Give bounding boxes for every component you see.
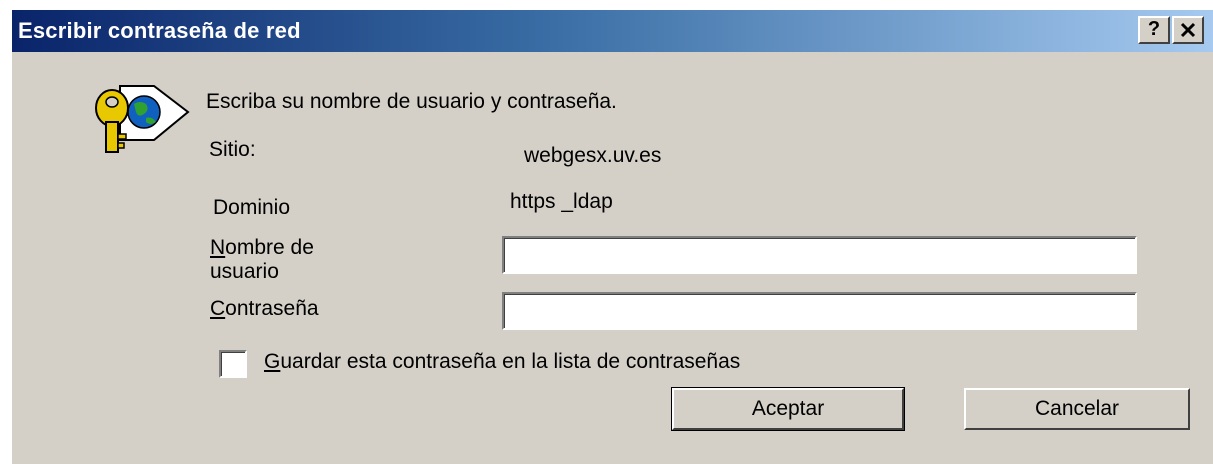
password-field[interactable] [502, 292, 1137, 330]
close-icon [1180, 22, 1196, 38]
domain-label: Dominio [213, 196, 291, 219]
prompt-text: Escriba su nombre de usuario y contraseñ… [206, 90, 617, 113]
password-dialog: Escribir contraseña de red ? Escriba su … [10, 10, 1213, 464]
key-globe-icon [95, 85, 190, 153]
username-label: Nombre de usuario [210, 236, 314, 283]
help-icon: ? [1147, 18, 1161, 40]
site-label: Sitio: [209, 138, 256, 161]
password-input[interactable] [504, 294, 1135, 328]
close-button[interactable] [1172, 16, 1204, 44]
username-field[interactable] [502, 236, 1137, 274]
title-bar[interactable]: Escribir contraseña de red ? [12, 10, 1213, 52]
save-password-label[interactable]: Guardar esta contraseña en la lista de c… [264, 350, 740, 374]
cancel-button[interactable]: Cancelar [964, 388, 1190, 430]
domain-value: https _ldap [510, 190, 613, 213]
ok-button[interactable]: Aceptar [671, 387, 905, 431]
username-input[interactable] [504, 238, 1135, 272]
password-label: Contraseña [210, 297, 319, 320]
save-password-checkbox[interactable] [219, 350, 247, 378]
window-title: Escribir contraseña de red [18, 18, 301, 43]
help-button[interactable]: ? [1138, 16, 1170, 44]
site-value: webgesx.uv.es [524, 144, 662, 167]
